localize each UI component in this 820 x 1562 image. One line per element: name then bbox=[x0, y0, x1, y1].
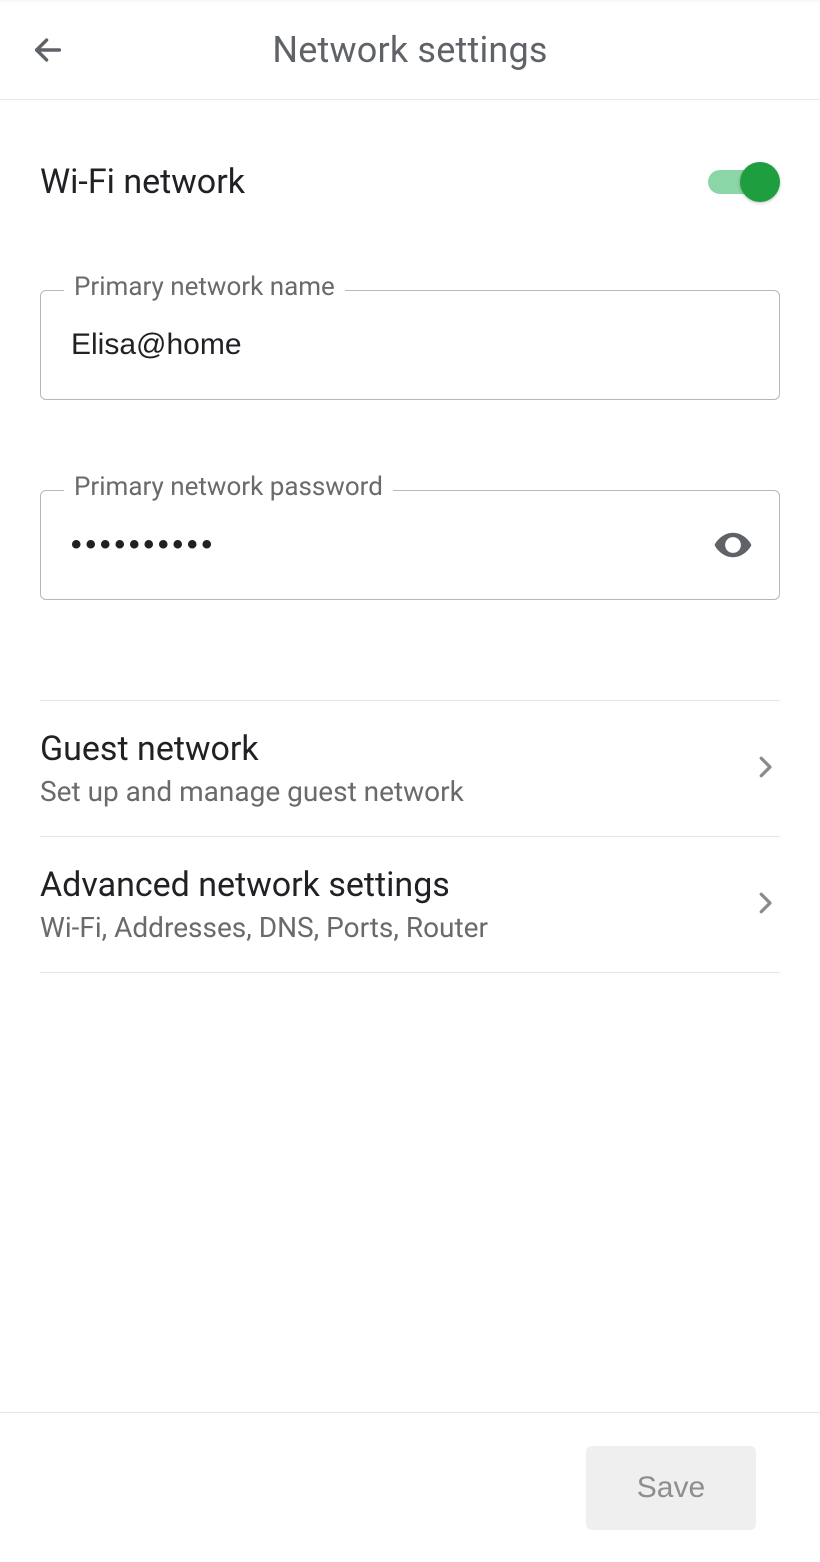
advanced-settings-row[interactable]: Advanced network settings Wi-Fi, Address… bbox=[40, 837, 780, 973]
back-button[interactable] bbox=[24, 26, 72, 74]
primary-name-input[interactable] bbox=[40, 290, 780, 400]
wifi-toggle[interactable] bbox=[704, 160, 780, 204]
advanced-settings-title: Advanced network settings bbox=[40, 865, 488, 905]
primary-password-input[interactable] bbox=[40, 490, 780, 600]
advanced-settings-subtitle: Wi-Fi, Addresses, DNS, Ports, Router bbox=[40, 911, 488, 944]
save-button[interactable]: Save bbox=[586, 1446, 756, 1530]
chevron-right-icon bbox=[750, 888, 780, 922]
guest-network-row[interactable]: Guest network Set up and manage guest ne… bbox=[40, 701, 780, 837]
primary-password-label: Primary network password bbox=[64, 472, 393, 502]
primary-name-label: Primary network name bbox=[64, 272, 345, 302]
chevron-right-icon bbox=[750, 752, 780, 786]
toggle-thumb bbox=[740, 162, 780, 202]
app-bar: Network settings bbox=[0, 0, 820, 100]
eye-icon bbox=[712, 524, 754, 566]
arrow-left-icon bbox=[31, 33, 65, 67]
guest-network-subtitle: Set up and manage guest network bbox=[40, 775, 464, 808]
guest-network-title: Guest network bbox=[40, 729, 464, 769]
footer-bar: Save bbox=[0, 1412, 820, 1562]
wifi-section-label: Wi-Fi network bbox=[40, 162, 245, 202]
page-title: Network settings bbox=[0, 29, 820, 71]
toggle-password-visibility-button[interactable] bbox=[706, 518, 760, 572]
